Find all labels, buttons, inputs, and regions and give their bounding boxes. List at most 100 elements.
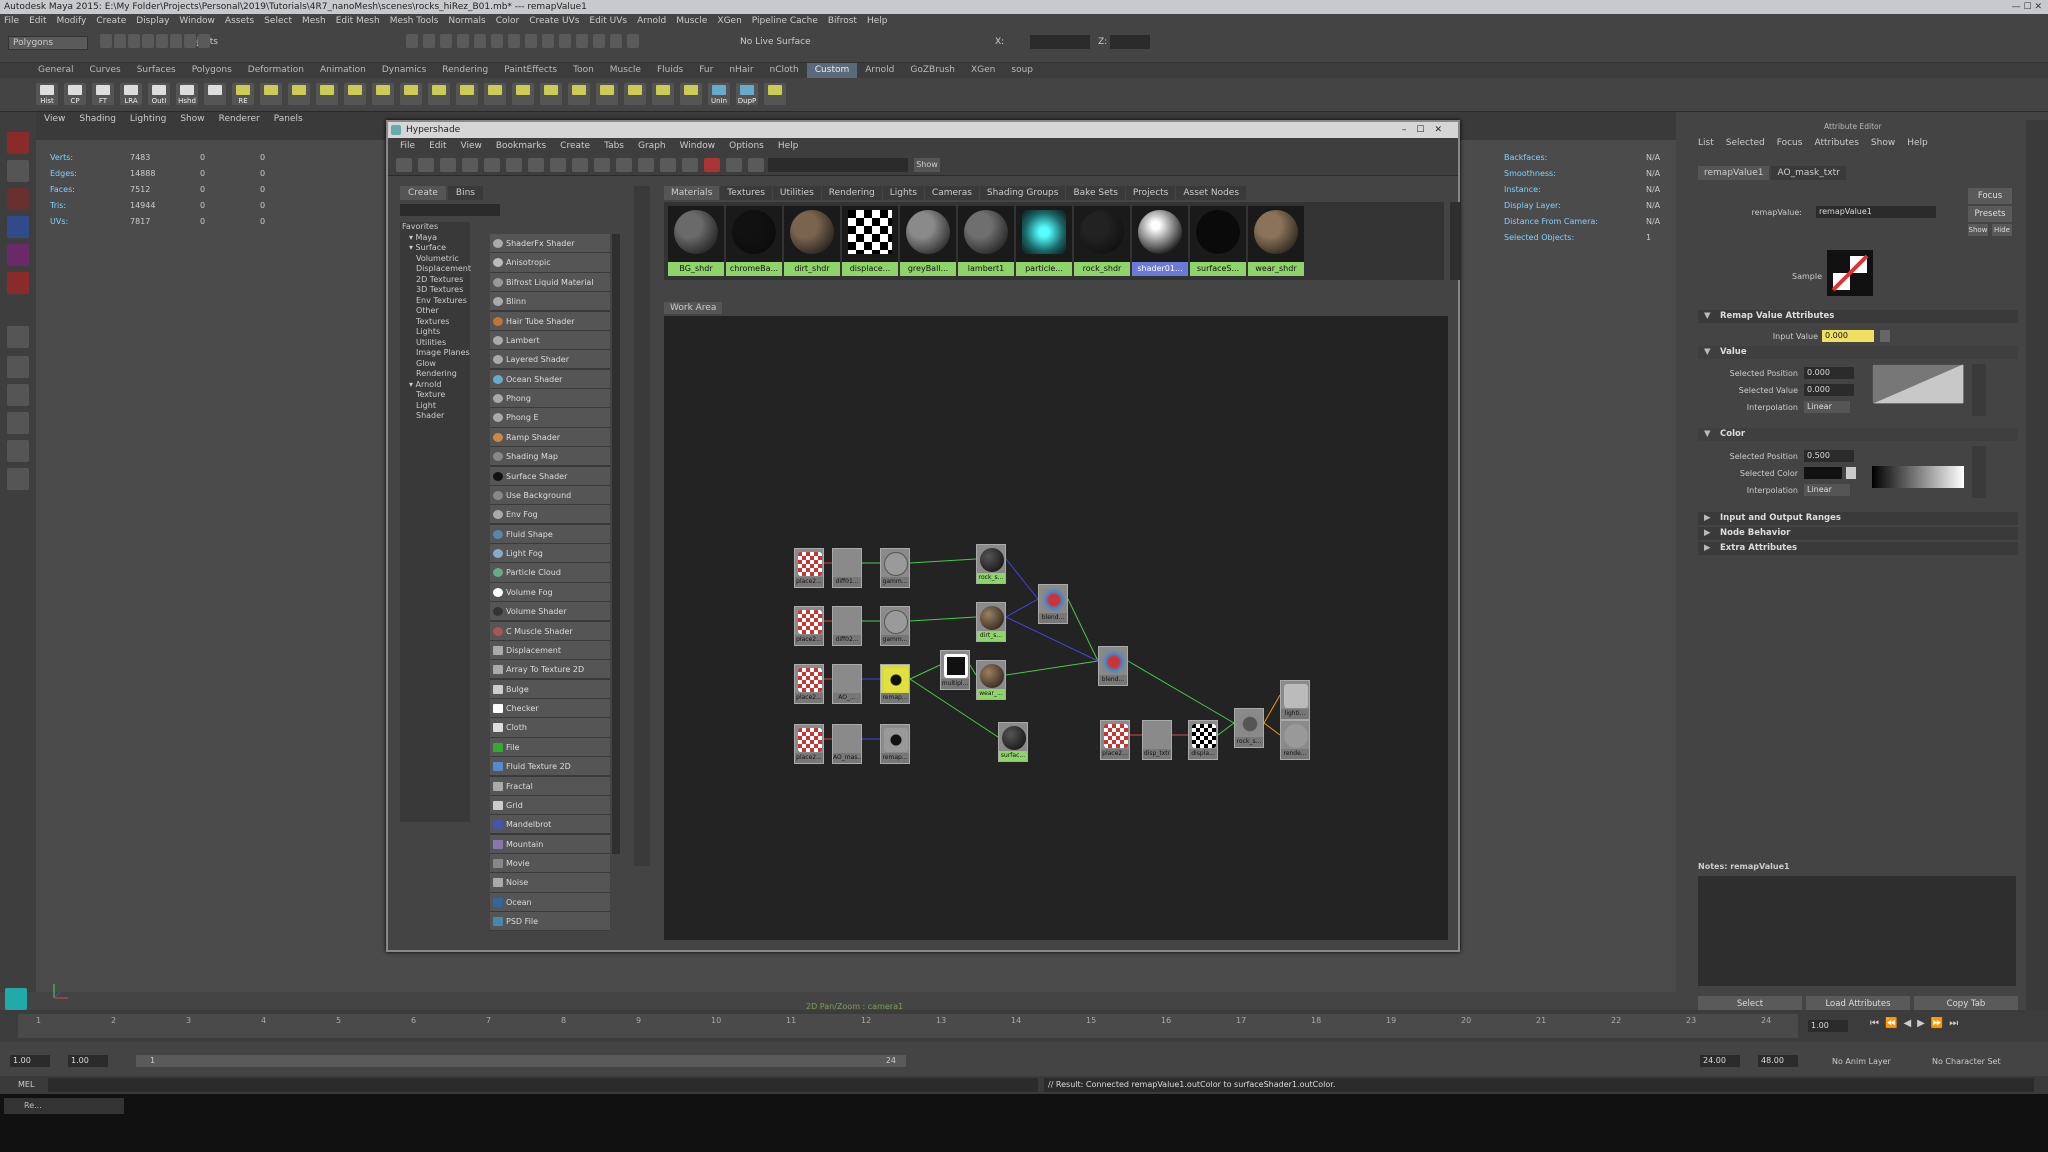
menu-modify[interactable]: Modify bbox=[57, 14, 87, 28]
shelf-tab-muscle[interactable]: Muscle bbox=[602, 63, 649, 78]
hypershade-tab-rendering[interactable]: Rendering bbox=[821, 186, 882, 200]
extra-attributes-header[interactable]: ▶ Extra Attributes bbox=[1698, 542, 2018, 555]
color-ramp-expand[interactable] bbox=[1972, 446, 1986, 498]
menu-pipeline-cache[interactable]: Pipeline Cache bbox=[752, 14, 818, 28]
shelf-icon-tool[interactable] bbox=[680, 83, 702, 105]
node-type-blinn[interactable]: Blinn bbox=[490, 292, 610, 312]
node-type-hair-tube-shader[interactable]: Hair Tube Shader bbox=[490, 311, 610, 331]
shelf-icon-outi[interactable]: OutI bbox=[148, 83, 170, 105]
graph-node-ao-mas[interactable]: AO_mas... bbox=[832, 724, 862, 764]
graph-node-gamm[interactable]: gamm... bbox=[880, 606, 910, 646]
graph-node-rock-s[interactable]: rock_s... bbox=[976, 544, 1006, 584]
menu-select[interactable]: Select bbox=[264, 14, 292, 28]
hypershade-tab-bake-sets[interactable]: Bake Sets bbox=[1066, 186, 1125, 200]
tree-item-light[interactable]: Light bbox=[400, 401, 470, 412]
hypershade-tab-textures[interactable]: Textures bbox=[720, 186, 772, 200]
color-ramp-gradient[interactable] bbox=[1872, 466, 1964, 488]
node-list-scrollbar[interactable] bbox=[612, 234, 620, 854]
playback-controls[interactable]: ⏮⏪◀▶⏩⏭ bbox=[1870, 1018, 1964, 1029]
shelf-icon-ft[interactable]: FT bbox=[92, 83, 114, 105]
node-type-psd-file[interactable]: PSD File bbox=[490, 912, 610, 932]
move-tool-icon[interactable] bbox=[7, 216, 29, 238]
material-swatch[interactable]: lambert1 bbox=[958, 206, 1014, 276]
remap-value-attributes-header[interactable]: ▼ Remap Value Attributes bbox=[1698, 310, 2018, 323]
hypershade-tool-icon[interactable] bbox=[462, 158, 478, 172]
tree-item-surface[interactable]: ▾ Surface bbox=[400, 243, 470, 254]
shelf-icon-tool[interactable] bbox=[288, 83, 310, 105]
character-set-label[interactable]: No Character Set bbox=[1932, 1057, 2001, 1066]
tree-item-rendering[interactable]: Rendering bbox=[400, 369, 470, 380]
status-tool-icon[interactable] bbox=[114, 34, 126, 48]
status-tool-icon[interactable] bbox=[593, 34, 605, 48]
node-type-lambert[interactable]: Lambert bbox=[490, 330, 610, 351]
shelf-tab-painteffects[interactable]: PaintEffects bbox=[496, 63, 565, 78]
node-type-particle-cloud[interactable]: Particle Cloud bbox=[490, 563, 610, 583]
node-type-ocean-shader[interactable]: Ocean Shader bbox=[490, 369, 610, 389]
material-swatch[interactable]: greyBall... bbox=[900, 206, 956, 276]
show-button[interactable]: Show bbox=[914, 158, 940, 172]
shelf-icon-tool[interactable] bbox=[596, 83, 618, 105]
material-swatch[interactable]: BG_shdr bbox=[668, 206, 724, 276]
menu-window[interactable]: Window bbox=[179, 14, 215, 28]
graph-node-surfac[interactable]: surfac... bbox=[998, 722, 1028, 762]
tree-item-shader[interactable]: Shader bbox=[400, 411, 470, 422]
layout-graph-icon[interactable] bbox=[7, 468, 29, 490]
select-tool-icon[interactable] bbox=[7, 132, 29, 154]
x-field[interactable] bbox=[1030, 35, 1090, 49]
menu-edit-mesh[interactable]: Edit Mesh bbox=[336, 14, 380, 28]
graph-node-disp-txtr[interactable]: disp_txtr bbox=[1142, 720, 1172, 760]
shelf-icon-tool[interactable] bbox=[400, 83, 422, 105]
shelf-tab-ncloth[interactable]: nCloth bbox=[762, 63, 807, 78]
node-type-volume-fog[interactable]: Volume Fog bbox=[490, 582, 610, 602]
shelf-icon-tool[interactable] bbox=[764, 83, 786, 105]
shelf-tab-fluids[interactable]: Fluids bbox=[649, 63, 691, 78]
color-selected-swatch[interactable] bbox=[1804, 467, 1842, 479]
menu-file[interactable]: File bbox=[4, 14, 19, 28]
status-tool-icon[interactable] bbox=[474, 34, 486, 48]
layout-persp-icon[interactable] bbox=[7, 412, 29, 434]
graph-node-gamm[interactable]: gamm... bbox=[880, 548, 910, 588]
shelf-tab-soup[interactable]: soup bbox=[1003, 63, 1041, 78]
shelf-icon-re[interactable]: RE bbox=[232, 83, 254, 105]
status-tool-icon[interactable] bbox=[128, 34, 140, 48]
node-type-cloth[interactable]: Cloth bbox=[490, 718, 610, 738]
hypershade-tab-cameras[interactable]: Cameras bbox=[924, 186, 979, 200]
material-swatch[interactable]: displace... bbox=[842, 206, 898, 276]
node-type-phong-e[interactable]: Phong E bbox=[490, 408, 610, 428]
hypershade-tool-icon[interactable] bbox=[528, 158, 544, 172]
viewport-menu-lighting[interactable]: Lighting bbox=[130, 112, 166, 126]
hypershade-menu-help[interactable]: Help bbox=[778, 138, 799, 154]
tree-item-3d-textures[interactable]: 3D Textures bbox=[400, 285, 470, 296]
shelf-icon-cp[interactable]: CP bbox=[64, 83, 86, 105]
status-tool-icon[interactable] bbox=[156, 34, 168, 48]
tree-item-utilities[interactable]: Utilities bbox=[400, 338, 470, 349]
work-area-tab[interactable]: Work Area bbox=[664, 302, 723, 314]
layout-side-icon[interactable] bbox=[7, 384, 29, 406]
hypershade-tool-icon[interactable] bbox=[660, 158, 676, 172]
shelf-icon-tool[interactable] bbox=[484, 83, 506, 105]
shelf-icon-hshd[interactable]: Hshd bbox=[176, 83, 198, 105]
graph-node-place2[interactable]: place2... bbox=[794, 606, 824, 646]
hypershade-tool-icon[interactable] bbox=[572, 158, 588, 172]
hypershade-tool-icon[interactable] bbox=[506, 158, 522, 172]
graph-node-lighti[interactable]: lighti... bbox=[1280, 680, 1310, 720]
focus-button[interactable]: Focus bbox=[1968, 188, 2012, 204]
shelf-tab-animation[interactable]: Animation bbox=[312, 63, 374, 78]
material-swatch[interactable]: rock_shdr bbox=[1074, 206, 1130, 276]
status-tool-icon[interactable] bbox=[406, 34, 418, 48]
hypershade-tool-icon[interactable] bbox=[748, 158, 764, 172]
tree-item-glow[interactable]: Glow bbox=[400, 359, 470, 370]
graph-node-ao[interactable]: AO_... bbox=[832, 664, 862, 704]
input-value-field[interactable]: 0.000 bbox=[1822, 330, 1874, 342]
node-type-anisotropic[interactable]: Anisotropic bbox=[490, 253, 610, 273]
ae-menu-show[interactable]: Show bbox=[1871, 136, 1895, 150]
node-type-ocean[interactable]: Ocean bbox=[490, 892, 610, 912]
hypershade-menu-options[interactable]: Options bbox=[729, 138, 764, 154]
node-type-displacement[interactable]: Displacement bbox=[490, 640, 610, 661]
node-type-mandelbrot[interactable]: Mandelbrot bbox=[490, 815, 610, 835]
ae-tab-remapvalue1[interactable]: remapValue1 bbox=[1698, 166, 1770, 180]
layout-outliner-icon[interactable] bbox=[7, 440, 29, 462]
status-tool-icon[interactable] bbox=[508, 34, 520, 48]
menu-arnold[interactable]: Arnold bbox=[637, 14, 666, 28]
mode-selector[interactable]: Polygons bbox=[8, 36, 88, 50]
